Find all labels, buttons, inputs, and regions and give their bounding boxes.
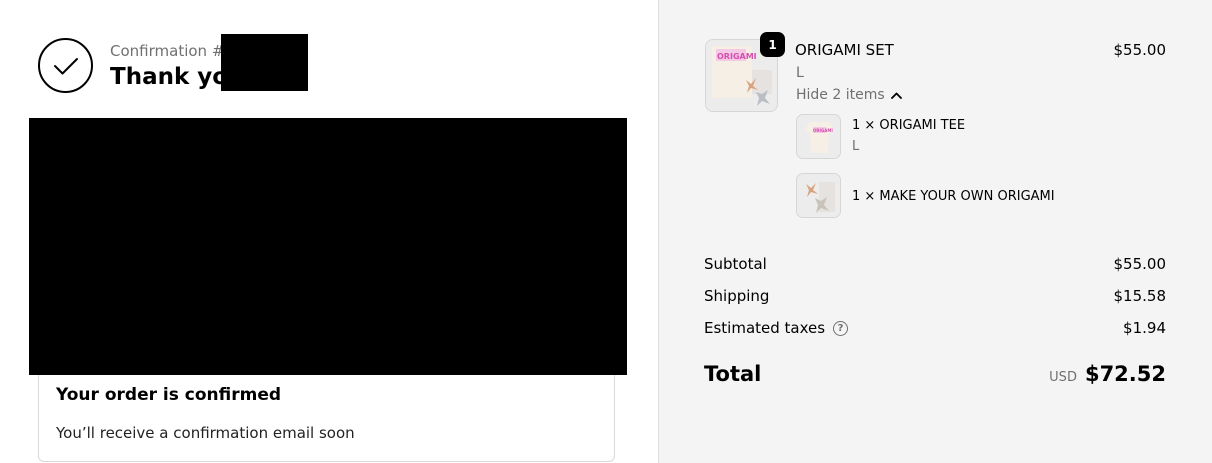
- order-summary-panel: ORIGAMI 1 ORIGAMI SET L Hide 2 items $55…: [658, 0, 1212, 463]
- redacted-block: [221, 34, 308, 91]
- component-label: 1 × MAKE YOUR OWN ORIGAMI: [852, 189, 1055, 204]
- component-thumbnail: [796, 173, 841, 218]
- total-value-group: USD $72.52: [1049, 362, 1166, 386]
- chevron-up-icon: [890, 92, 902, 99]
- quantity-badge: 1: [760, 32, 785, 57]
- order-confirmed-title: Your order is confirmed: [56, 385, 282, 405]
- order-confirmed-message: You’ll receive a confirmation email soon: [56, 424, 355, 442]
- subtotal-value: $55.00: [1113, 255, 1167, 273]
- confirmation-check-icon: [38, 38, 93, 93]
- component-variant: L: [852, 139, 860, 154]
- confirmation-number: Confirmation #K: [110, 42, 235, 60]
- hide-items-toggle[interactable]: Hide 2 items: [796, 87, 902, 103]
- order-confirmed-card: Your order is confirmed You’ll receive a…: [38, 375, 615, 462]
- hide-items-label: Hide 2 items: [796, 87, 885, 103]
- item-price: $55.00: [1113, 41, 1167, 59]
- help-circle-icon[interactable]: ?: [833, 320, 849, 336]
- component-label: 1 × ORIGAMI TEE: [852, 118, 966, 133]
- component-thumbnail: ORIGAMI: [796, 114, 841, 159]
- taxes-value: $1.94: [1123, 319, 1166, 337]
- origami-tee-image: ORIGAMI: [797, 115, 840, 158]
- origami-tee-logo-text: ORIGAMI: [813, 128, 833, 133]
- currency-code: USD: [1049, 370, 1077, 385]
- shipping-label: Shipping: [704, 287, 770, 305]
- taxes-label: Estimated taxes: [704, 319, 826, 337]
- checkmark-icon: [53, 57, 78, 74]
- origami-logo-text: ORIGAMI: [717, 52, 757, 61]
- shipping-value: $15.58: [1113, 287, 1167, 305]
- total-label: Total: [704, 362, 762, 386]
- item-name: ORIGAMI SET: [795, 41, 894, 59]
- taxes-row-label: Estimated taxes ?: [704, 319, 849, 337]
- redacted-map-area: [29, 118, 627, 375]
- subtotal-label: Subtotal: [704, 255, 767, 273]
- total-amount: $72.52: [1084, 362, 1166, 386]
- make-your-own-origami-image: [797, 174, 840, 217]
- item-variant: L: [796, 65, 804, 81]
